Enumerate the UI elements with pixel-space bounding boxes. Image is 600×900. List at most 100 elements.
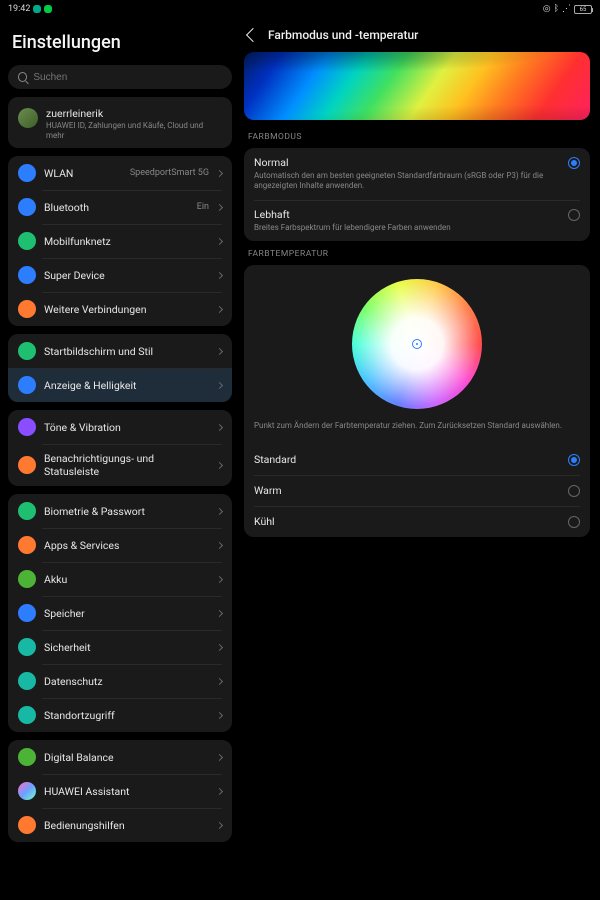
sidebar-item-label: Bedienungshilfen [44,819,209,832]
sidebar-item[interactable]: BluetoothEin [8,190,232,224]
chevron-right-icon [216,542,223,549]
menu-icon [18,748,36,766]
sidebar-item-label: Anzeige & Helligkeit [44,379,209,392]
sidebar-item-label: Töne & Vibration [44,421,209,434]
chevron-right-icon [216,822,223,829]
account-name: zuerrleinerik [46,107,222,120]
wheel-handle[interactable] [412,339,422,349]
sidebar-item[interactable]: Startbildschirm und Stil [8,334,232,368]
settings-sidebar: Einstellungen zuerrleinerik HUAWEI ID, Z… [0,18,240,900]
sidebar-item-label: Standortzugriff [44,709,209,722]
chevron-right-icon [216,170,223,177]
chevron-right-icon [216,712,223,719]
temperature-option[interactable]: Warm [244,475,590,506]
sidebar-item[interactable]: Akku [8,562,232,596]
radio-button[interactable] [568,209,580,221]
status-time: 19:42 [8,4,30,14]
sidebar-item-label: Benachrichtigungs- und Statusleiste [44,452,209,478]
menu-icon [18,638,36,656]
sidebar-item[interactable]: Anzeige & Helligkeit [8,368,232,402]
menu-icon [18,536,36,554]
sidebar-item[interactable]: Mobilfunknetz [8,224,232,258]
sidebar-item[interactable]: Töne & Vibration [8,410,232,444]
menu-icon [18,376,36,394]
sidebar-item-label: Datenschutz [44,675,209,688]
menu-icon [18,418,36,436]
temperature-label: Warm [254,484,282,497]
radio-button[interactable] [568,516,580,528]
sidebar-item[interactable]: Speicher [8,596,232,630]
temperature-label: Kühl [254,515,275,528]
color-mode-option[interactable]: Lebhaft Breites Farbspektrum für lebendig… [244,200,590,241]
sidebar-item-label: WLAN [44,167,122,180]
sidebar-item[interactable]: Biometrie & Passwort [8,494,232,528]
menu-icon [18,816,36,834]
sidebar-item[interactable]: Sicherheit [8,630,232,664]
chevron-right-icon [216,610,223,617]
sidebar-item[interactable]: Benachrichtigungs- und Statusleiste [8,444,232,486]
color-temperature-wheel[interactable] [352,279,482,409]
chevron-right-icon [216,462,223,469]
radio-button[interactable] [568,485,580,497]
temperature-label: Standard [254,453,296,466]
chevron-right-icon [216,508,223,515]
section-label-temp: FARBTEMPERATUR [248,249,590,259]
wheel-hint: Punkt zum Ändern der Farbtemperatur zieh… [254,421,580,431]
sidebar-item-label: Mobilfunknetz [44,235,209,248]
chevron-right-icon [216,754,223,761]
menu-icon [18,604,36,622]
section-label-mode: FARBMODUS [248,132,590,142]
chevron-right-icon [216,272,223,279]
menu-icon [18,198,36,216]
sidebar-item-label: Startbildschirm und Stil [44,345,209,358]
sidebar-item[interactable]: Bedienungshilfen [8,808,232,842]
bluetooth-icon: ᛒ [554,4,559,14]
radio-button[interactable] [568,157,580,169]
sidebar-item-label: Akku [44,573,209,586]
menu-icon [18,782,36,800]
chevron-right-icon [216,424,223,431]
sidebar-item[interactable]: Digital Balance [8,740,232,774]
chevron-right-icon [216,382,223,389]
search-input[interactable] [8,65,232,89]
sidebar-item[interactable]: HUAWEI Assistant [8,774,232,808]
option-title: Normal [254,156,560,169]
sidebar-item[interactable]: Weitere Verbindungen [8,292,232,326]
status-bar: 19:42 ◎ ᛒ ⋰ 65 [0,0,600,18]
menu-icon [18,570,36,588]
temperature-option[interactable]: Standard [244,444,590,475]
page-title: Einstellungen [8,24,232,65]
chevron-right-icon [216,204,223,211]
back-icon[interactable] [246,28,260,42]
sidebar-item[interactable]: Super Device [8,258,232,292]
option-title: Lebhaft [254,208,560,221]
battery-icon: 65 [574,5,592,14]
sidebar-item-label: Biometrie & Passwort [44,505,209,518]
nfc-icon: ◎ [543,4,551,14]
sidebar-item[interactable]: Datenschutz [8,664,232,698]
sidebar-item-value: Ein [197,202,209,212]
temperature-option[interactable]: Kühl [244,506,590,537]
menu-icon [18,164,36,182]
sidebar-item[interactable]: Standortzugriff [8,698,232,732]
chevron-right-icon [216,238,223,245]
chevron-right-icon [216,644,223,651]
wifi-icon: ⋰ [562,4,571,14]
menu-icon [18,232,36,250]
sidebar-item[interactable]: WLANSpeedportSmart 5G [8,156,232,190]
radio-button[interactable] [568,454,580,466]
option-description: Automatisch den am besten geeigneten Sta… [254,171,560,192]
color-preview-image [244,52,590,120]
search-icon [18,72,27,82]
chevron-right-icon [216,678,223,685]
sidebar-item-label: Sicherheit [44,641,209,654]
detail-title: Farbmodus und -temperatur [268,28,418,42]
chevron-right-icon [216,788,223,795]
sidebar-item-account[interactable]: zuerrleinerik HUAWEI ID, Zahlungen und K… [8,97,232,148]
search-field[interactable] [33,72,222,83]
option-description: Breites Farbspektrum für lebendigere Far… [254,223,560,233]
menu-icon [18,266,36,284]
menu-icon [18,342,36,360]
color-mode-option[interactable]: Normal Automatisch den am besten geeignet… [244,148,590,200]
sidebar-item[interactable]: Apps & Services [8,528,232,562]
